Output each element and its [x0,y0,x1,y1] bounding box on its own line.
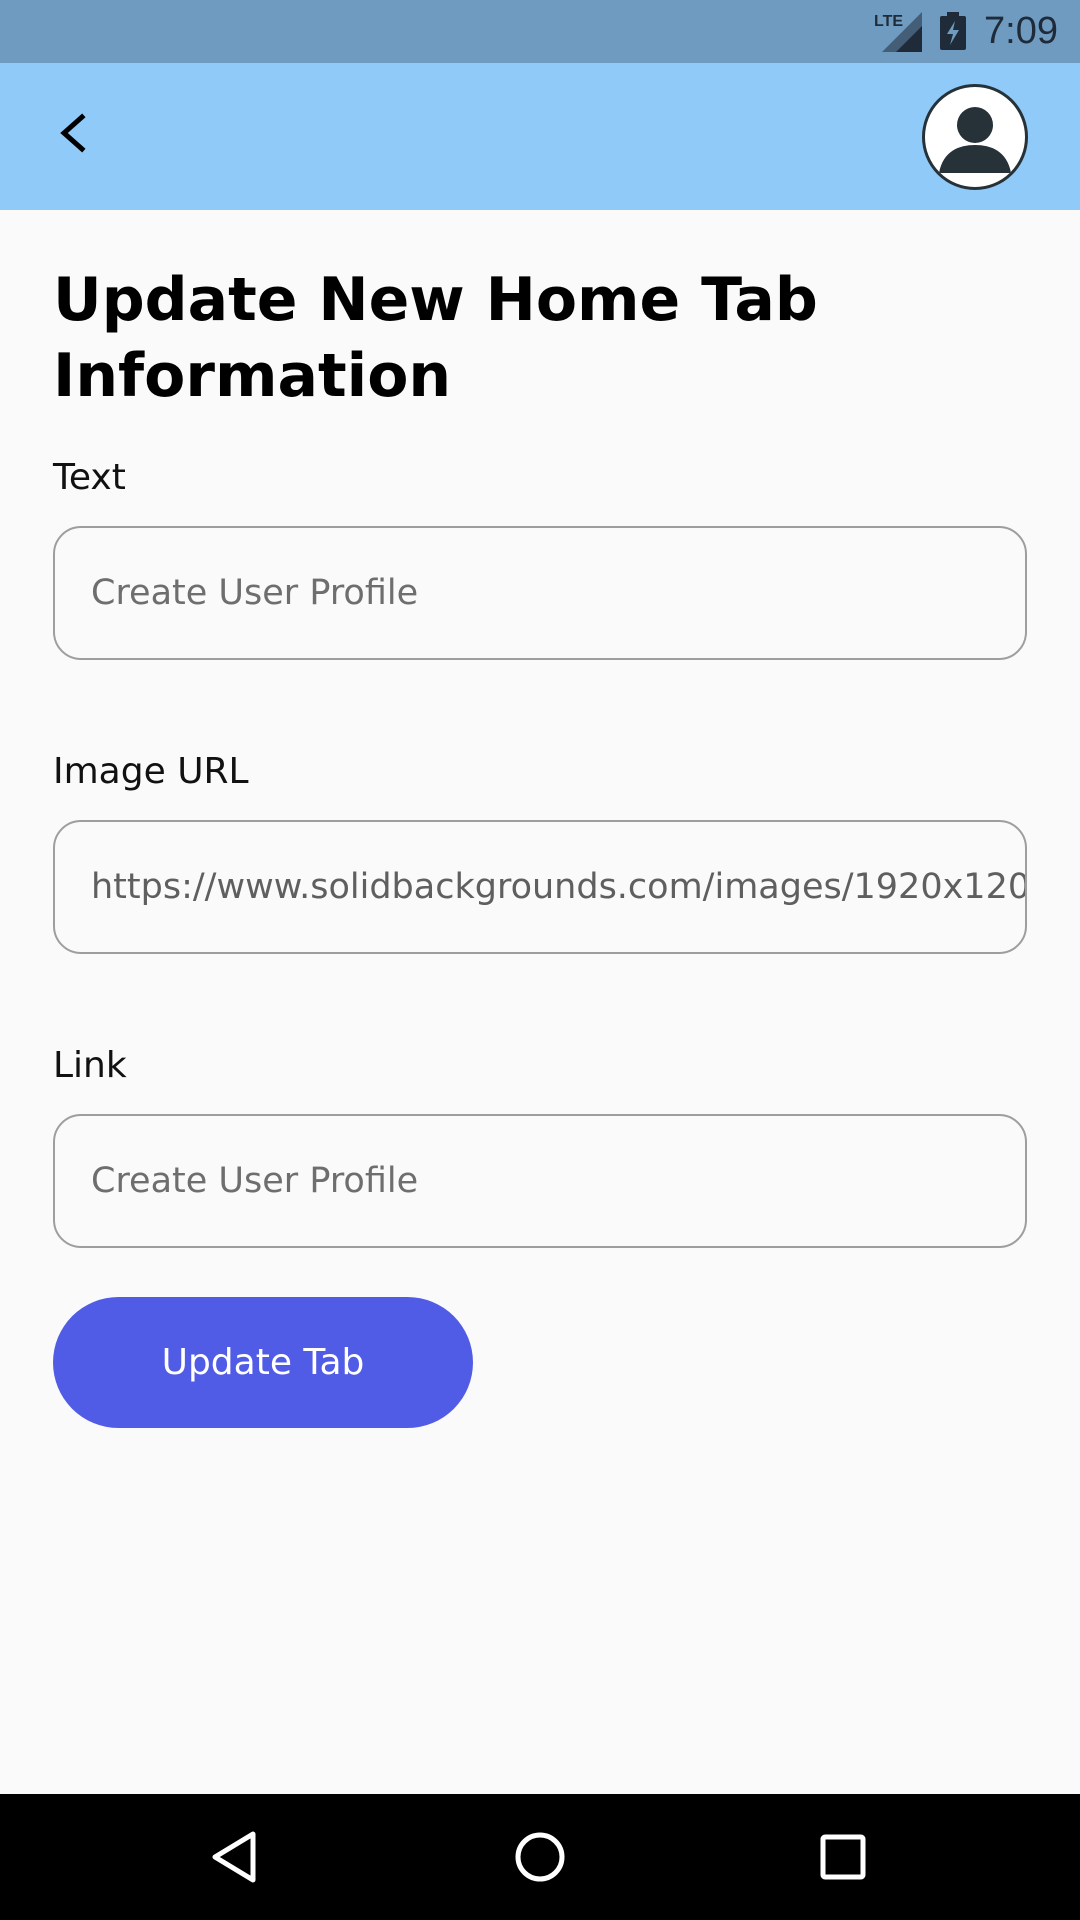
nav-home-icon [515,1832,565,1882]
nav-home-button[interactable] [507,1824,573,1890]
nav-back-icon [212,1831,256,1883]
update-tab-button[interactable]: Update Tab [53,1297,473,1428]
back-button[interactable] [44,103,104,163]
avatar-button[interactable] [922,84,1028,190]
chevron-left-icon [60,113,86,153]
text-input[interactable] [91,528,1025,658]
status-bar: LTE 7:09 [0,0,1080,63]
link-input[interactable] [91,1116,1025,1246]
text-field-label: Text [53,457,126,498]
lte-label: LTE [874,13,903,30]
app-bar [0,63,1080,210]
nav-back-button[interactable] [203,1824,269,1890]
user-avatar-icon [939,107,1011,173]
svg-text:LTE: LTE [874,13,903,30]
image-url-field-label: Image URL [53,751,249,792]
image-url-field [53,820,1027,954]
link-field [53,1114,1027,1248]
nav-recents-button[interactable] [810,1824,876,1890]
status-time: 7:09 [984,10,1058,52]
system-nav-bar [0,1794,1080,1920]
link-field-label: Link [53,1045,127,1086]
nav-recents-icon [820,1834,866,1880]
battery-charging-icon [940,12,966,50]
page-title: Update New Home Tab Information [53,265,818,411]
image-url-input[interactable] [91,822,1025,952]
text-field [53,526,1027,660]
